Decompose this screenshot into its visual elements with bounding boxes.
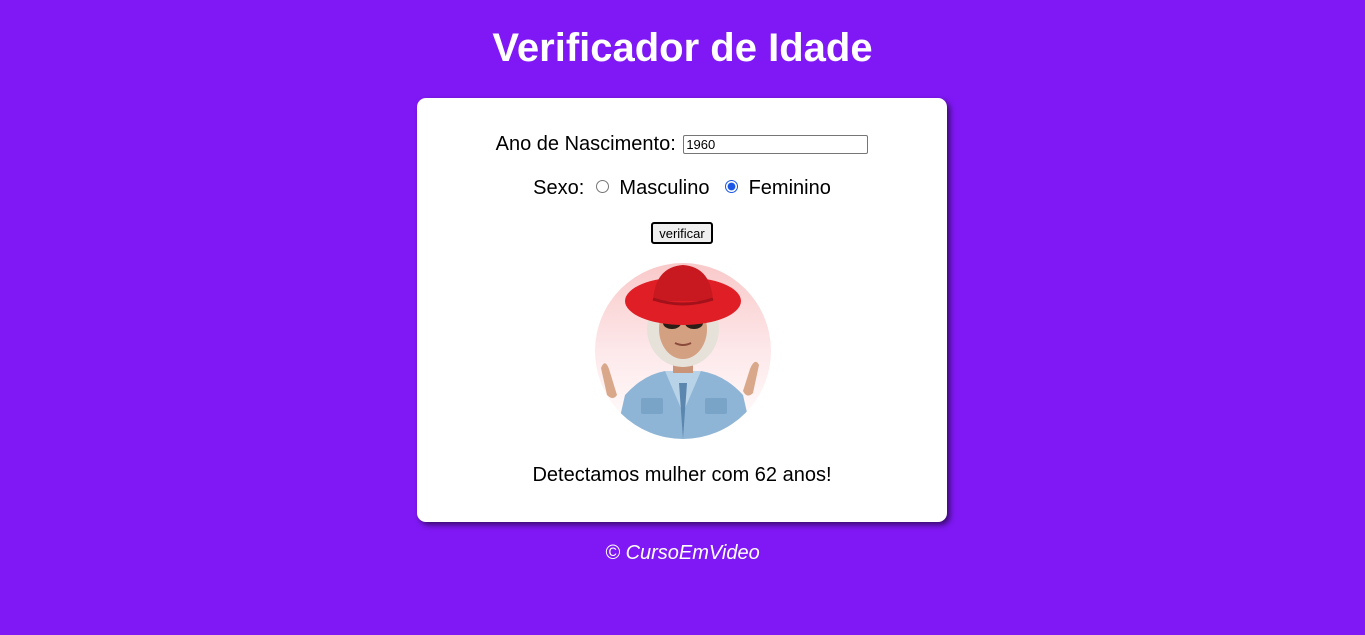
result-text: Detectamos mulher com 62 anos! [532,464,832,486]
radio-masculino-label[interactable]: Masculino [619,177,709,199]
footer-copyright: © CursoEmVideo [605,542,760,564]
verify-button[interactable]: verificar [651,222,713,244]
radio-masculino[interactable] [595,180,609,193]
page-title: Verificador de Idade [492,26,873,70]
birth-year-input[interactable] [683,135,869,155]
elderly-woman-photo-icon [595,263,771,439]
sex-row: Sexo: Masculino Feminino [417,176,947,200]
birth-year-label: Ano de Nascimento: [495,133,676,155]
result-photo [595,263,771,439]
verifier-card: Ano de Nascimento: Sexo: Masculino Femin… [417,98,947,522]
radio-feminino[interactable] [725,180,739,193]
radio-feminino-label[interactable]: Feminino [749,177,831,199]
birth-year-row: Ano de Nascimento: [417,132,947,156]
sex-label: Sexo: [533,177,585,199]
